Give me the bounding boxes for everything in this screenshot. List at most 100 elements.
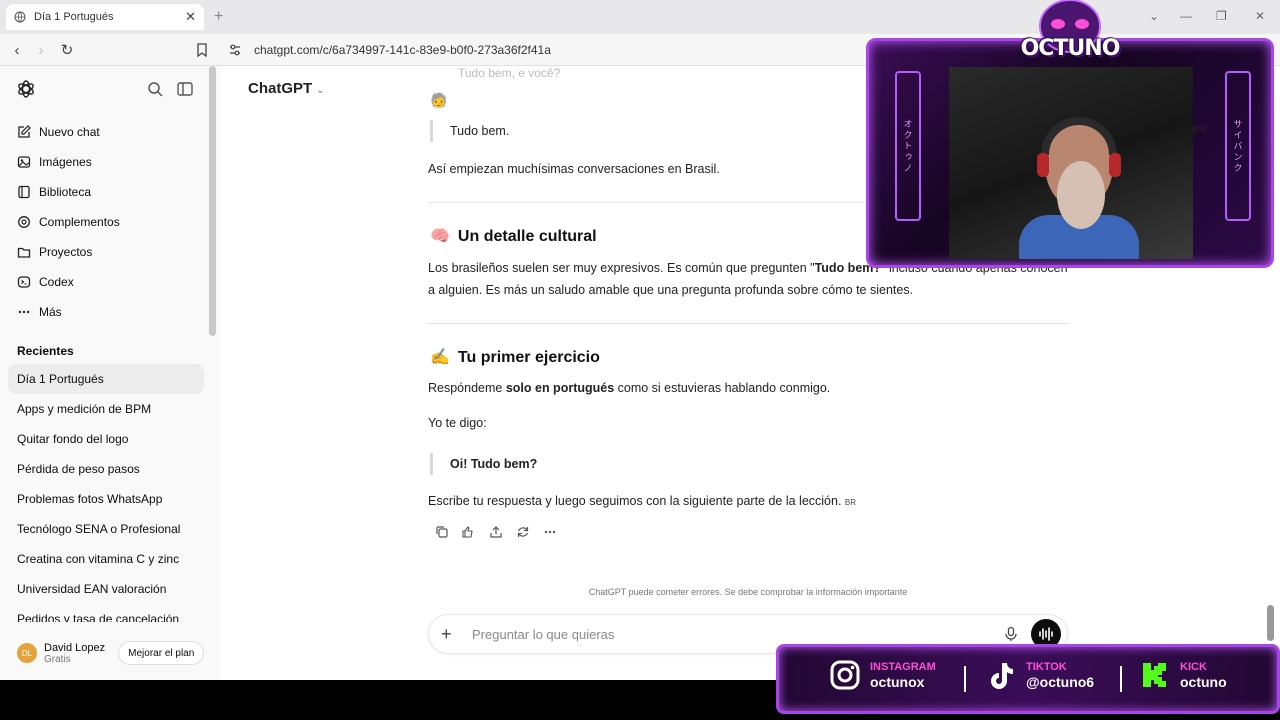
emoji-line: 🧓 xyxy=(430,92,448,108)
recent-chat-item[interactable]: Universidad EAN valoración xyxy=(8,574,204,604)
kick-icon xyxy=(1138,658,1172,692)
site-settings-icon[interactable] xyxy=(228,43,242,57)
recent-chat-item[interactable]: Pedidos y tasa de cancelación xyxy=(8,604,204,622)
tiktok-icon xyxy=(984,658,1018,692)
quote-text: Tudo bem. xyxy=(450,124,510,138)
recent-chat-item[interactable]: Problemas fotos WhatsApp xyxy=(8,484,204,514)
social-handle: @octuno6 xyxy=(1026,674,1095,690)
paragraph: Yo te digo: xyxy=(428,416,487,430)
webcam-frame: オクトゥノ サイバンク artir xyxy=(866,38,1274,268)
sidebar-item-new-chat[interactable]: Nuevo chat xyxy=(8,117,204,147)
bold-text: solo en portugués xyxy=(505,381,615,395)
social-platform: TIKTOK xyxy=(1026,661,1067,673)
globe-icon xyxy=(14,11,26,23)
recent-chat-item[interactable]: Quitar fondo del logo xyxy=(8,424,204,454)
webcam-video xyxy=(949,67,1193,259)
recent-chat-item[interactable]: Apps y medición de BPM xyxy=(8,394,204,424)
model-selector[interactable]: ChatGPT ⌄ xyxy=(248,80,325,97)
recents-list: Día 1 Portugués Apps y medición de BPM Q… xyxy=(8,364,204,622)
search-icon[interactable] xyxy=(146,80,164,98)
sidebar-item-label: Imágenes xyxy=(39,155,92,169)
folder-icon xyxy=(17,247,31,258)
thumbs-icon[interactable] xyxy=(455,522,482,542)
more-options-icon[interactable] xyxy=(536,522,563,542)
sidebar-item-label: Complementos xyxy=(39,215,120,229)
recent-chat-item[interactable]: Tecnólogo SENA o Profesional xyxy=(8,514,204,544)
sidebar-item-more[interactable]: Más xyxy=(8,297,204,327)
social-kick: KICK octuno xyxy=(1138,658,1227,692)
more-icon xyxy=(18,310,30,314)
sidebar-item-codex[interactable]: Codex xyxy=(8,267,204,297)
faded-quote: Tudo bem, e você? xyxy=(458,66,561,80)
heading-text: Un detalle cultural xyxy=(457,228,597,245)
new-chat-icon xyxy=(18,125,31,138)
codex-icon xyxy=(17,276,31,288)
separator xyxy=(964,666,966,692)
browser-tab[interactable]: Día 1 Portugués ✕ xyxy=(6,4,204,30)
side-panel-text: サイバンク xyxy=(1232,118,1243,174)
webcam-side-panel: サイバンク xyxy=(1225,71,1251,221)
user-profile[interactable]: DL David Lopez Gratis Mejorar el plan xyxy=(0,626,220,680)
sidebar-item-plugins[interactable]: Complementos xyxy=(8,207,204,237)
blockquote: Oi! Tudo bem? xyxy=(430,453,537,475)
regenerate-icon[interactable] xyxy=(509,522,536,542)
new-tab-icon[interactable]: + xyxy=(214,8,223,26)
writing-hand-icon: ✍️ xyxy=(430,349,450,366)
sidebar-item-images[interactable]: Imágenes xyxy=(8,147,204,177)
sidebar-item-label: Proyectos xyxy=(39,245,93,259)
partial-share-text: artir xyxy=(1189,123,1208,135)
text-span: Respóndeme xyxy=(428,381,506,395)
blockquote: Tudo bem. xyxy=(430,120,509,142)
bookmark-icon[interactable] xyxy=(193,41,211,59)
sidebar-item-label: Más xyxy=(39,305,62,319)
model-label: ChatGPT xyxy=(248,80,313,97)
webcam-side-panel: オクトゥノ xyxy=(895,71,921,221)
url-field[interactable]: chatgpt.com/c/6a734997-141c-83e9-b0f0-27… xyxy=(220,39,860,61)
sidebar-scrollbar[interactable] xyxy=(209,66,216,336)
social-tiktok: TIKTOK @octuno6 xyxy=(984,658,1094,692)
forward-icon[interactable]: › xyxy=(32,41,50,59)
reload-icon[interactable]: ↻ xyxy=(58,41,76,59)
sidebar-menu: Nuevo chat Imágenes Biblioteca Complemen… xyxy=(8,117,204,327)
plus-icon[interactable]: + xyxy=(441,624,461,645)
heading-exercise: ✍️ Tu primer ejercicio xyxy=(430,347,600,369)
social-platform: INSTAGRAM xyxy=(870,661,936,673)
heading-text: Tu primer ejercicio xyxy=(457,349,600,366)
recent-chat-item[interactable]: Creatina con vitamina C y zinc xyxy=(8,544,204,574)
webcam-overlay: オクトゥノ サイバンク artir OCTUNO xyxy=(866,0,1274,268)
avatar: DL xyxy=(17,643,37,663)
copy-icon[interactable] xyxy=(428,522,455,542)
sidebar-item-projects[interactable]: Proyectos xyxy=(8,237,204,267)
brand-logo-text: OCTUNO xyxy=(1020,36,1121,61)
plugins-icon xyxy=(18,216,30,228)
tab-title: Día 1 Portugués xyxy=(34,11,114,23)
social-handle: octuno xyxy=(1180,674,1227,690)
side-panel-text: オクトゥノ xyxy=(902,118,913,174)
chevron-down-icon: ⌄ xyxy=(316,85,325,96)
disclaimer: ChatGPT puede cometer errores. Se debe c… xyxy=(588,587,908,597)
social-handle: octunox xyxy=(870,674,925,690)
heading-cultural: 🧠 Un detalle cultural xyxy=(430,226,597,248)
instagram-icon xyxy=(828,658,862,692)
social-platform: KICK xyxy=(1180,661,1207,673)
user-plan: Gratis xyxy=(44,653,71,665)
separator xyxy=(1120,666,1122,692)
recent-chat-item[interactable]: Día 1 Portugués xyxy=(8,364,204,394)
message-actions xyxy=(428,522,563,542)
recent-chat-item[interactable]: Pérdida de peso pasos xyxy=(8,454,204,484)
social-overlay: INSTAGRAM octunox TIKTOK @octuno6 KICK octu… xyxy=(776,636,1280,720)
back-icon[interactable]: ‹ xyxy=(8,41,26,59)
recents-heading: Recientes xyxy=(17,344,74,358)
tab-close-icon[interactable]: ✕ xyxy=(185,9,196,25)
openai-logo-icon[interactable] xyxy=(16,79,36,99)
text-span: Los brasileños suelen ser muy expresivos… xyxy=(428,261,815,275)
library-icon xyxy=(18,185,30,199)
share-icon[interactable] xyxy=(482,522,509,542)
sidebar-toggle-icon[interactable] xyxy=(176,80,194,98)
social-instagram: INSTAGRAM octunox xyxy=(828,658,936,692)
text-span: Escribe tu respuesta y luego seguimos co… xyxy=(428,494,842,508)
upgrade-plan-button[interactable]: Mejorar el plan xyxy=(118,641,205,665)
streamer-image xyxy=(1019,117,1139,259)
paragraph: Respóndeme solo en portugués como si est… xyxy=(428,377,1068,399)
sidebar-item-library[interactable]: Biblioteca xyxy=(8,177,204,207)
